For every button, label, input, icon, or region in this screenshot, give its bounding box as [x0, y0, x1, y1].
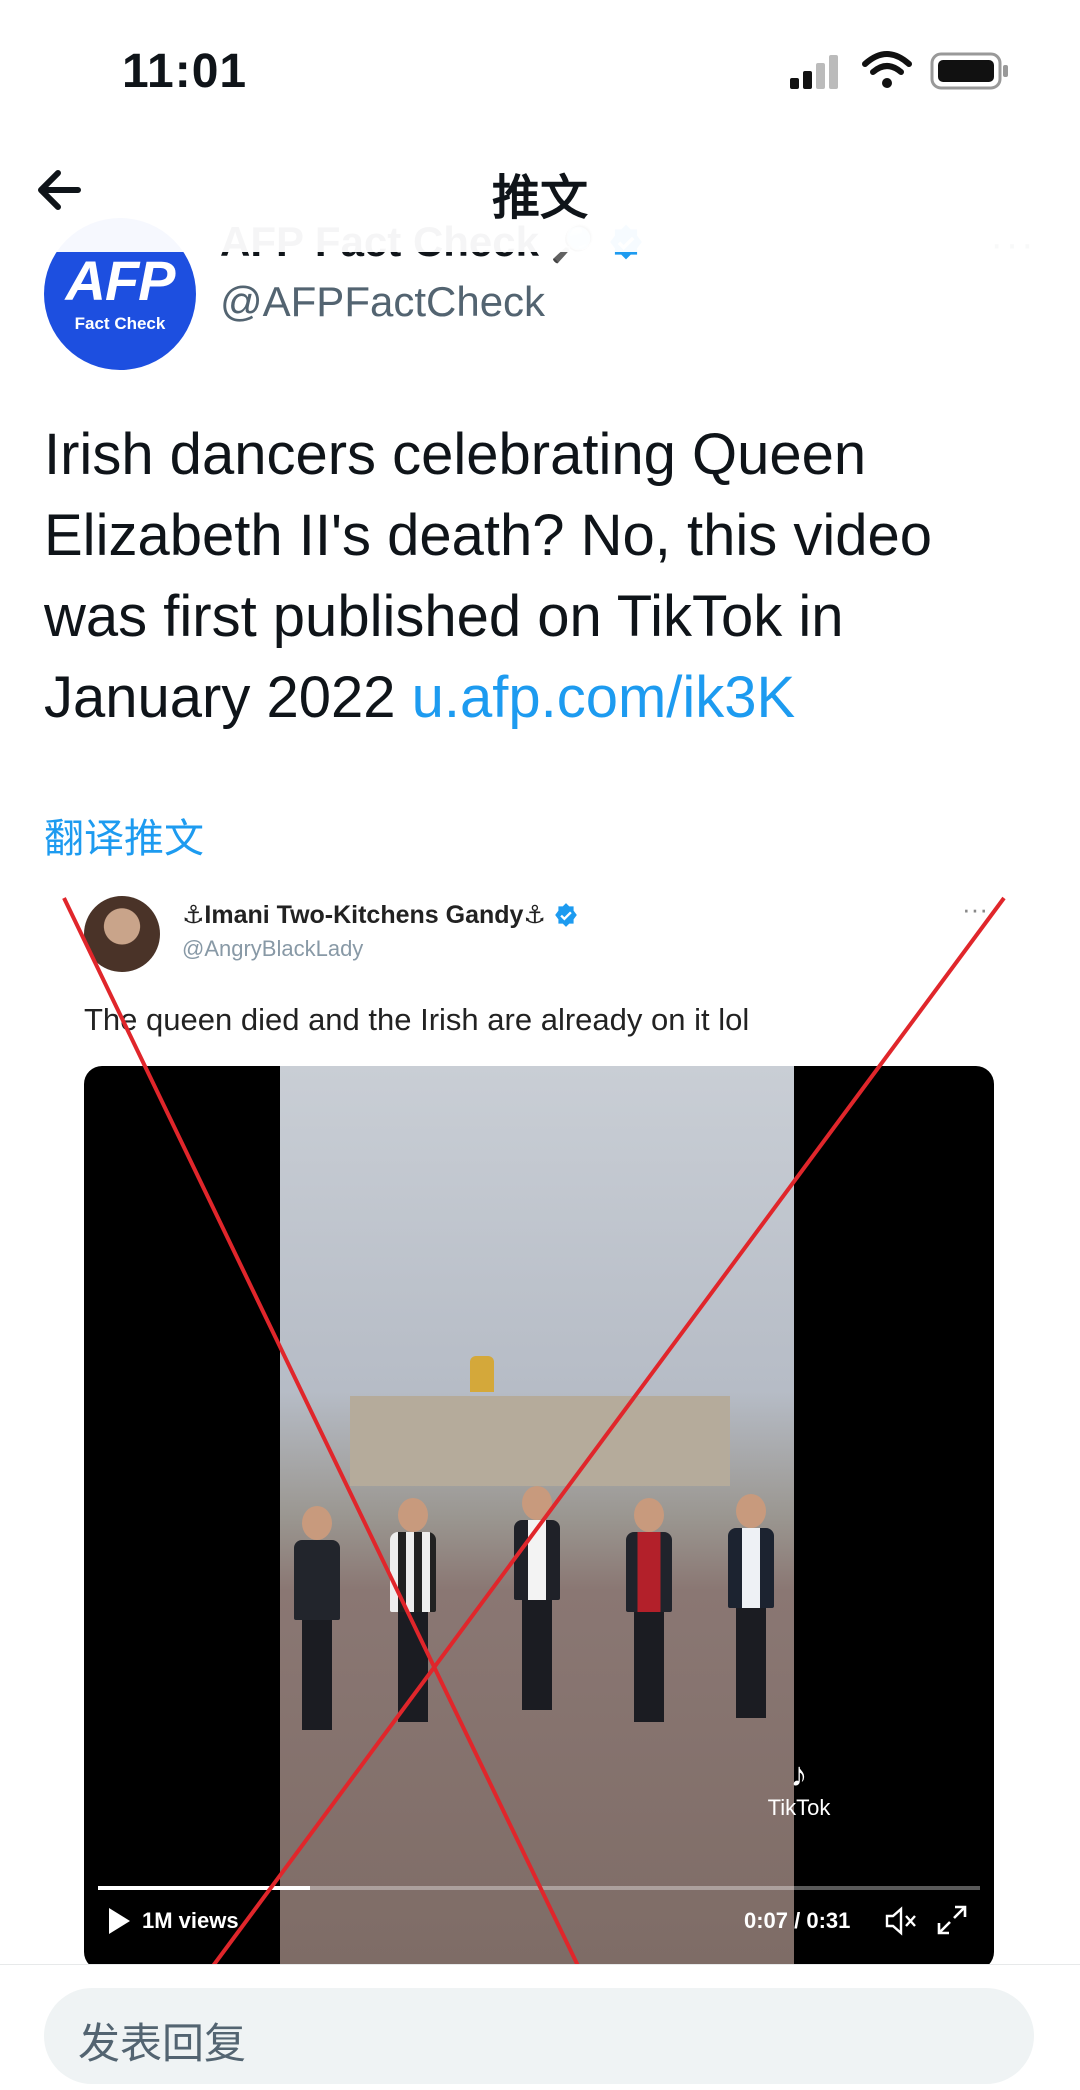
signal-icon: [790, 55, 838, 89]
avatar-logo-text: AFP: [65, 249, 176, 312]
translate-tweet-link[interactable]: 翻译推文: [44, 806, 204, 864]
avatar-logo-subtext: Fact Check: [74, 314, 166, 333]
wifi-icon: [862, 51, 912, 88]
reply-placeholder: 发表回复: [78, 2020, 247, 2067]
tweet-text: Irish dancers celebrating Queen Elizabet…: [44, 414, 1044, 738]
page-title: 推文: [491, 172, 588, 225]
red-cross-overlay: [62, 896, 1006, 1970]
status-bar: 11:01: [0, 0, 1080, 130]
battery-icon: [930, 52, 1008, 90]
nav-header: 推文: [0, 130, 1080, 252]
reply-input[interactable]: 发表回复: [44, 1988, 1034, 2084]
author-handle[interactable]: @AFPFactCheck: [220, 278, 545, 326]
tweet-media-image[interactable]: ⚓Imani Two-Kitchens Gandy⚓ @AngryBlackLa…: [60, 880, 1020, 1970]
tweet-link[interactable]: u.afp.com/ik3K: [412, 665, 796, 730]
status-time: 11:01: [122, 45, 248, 98]
